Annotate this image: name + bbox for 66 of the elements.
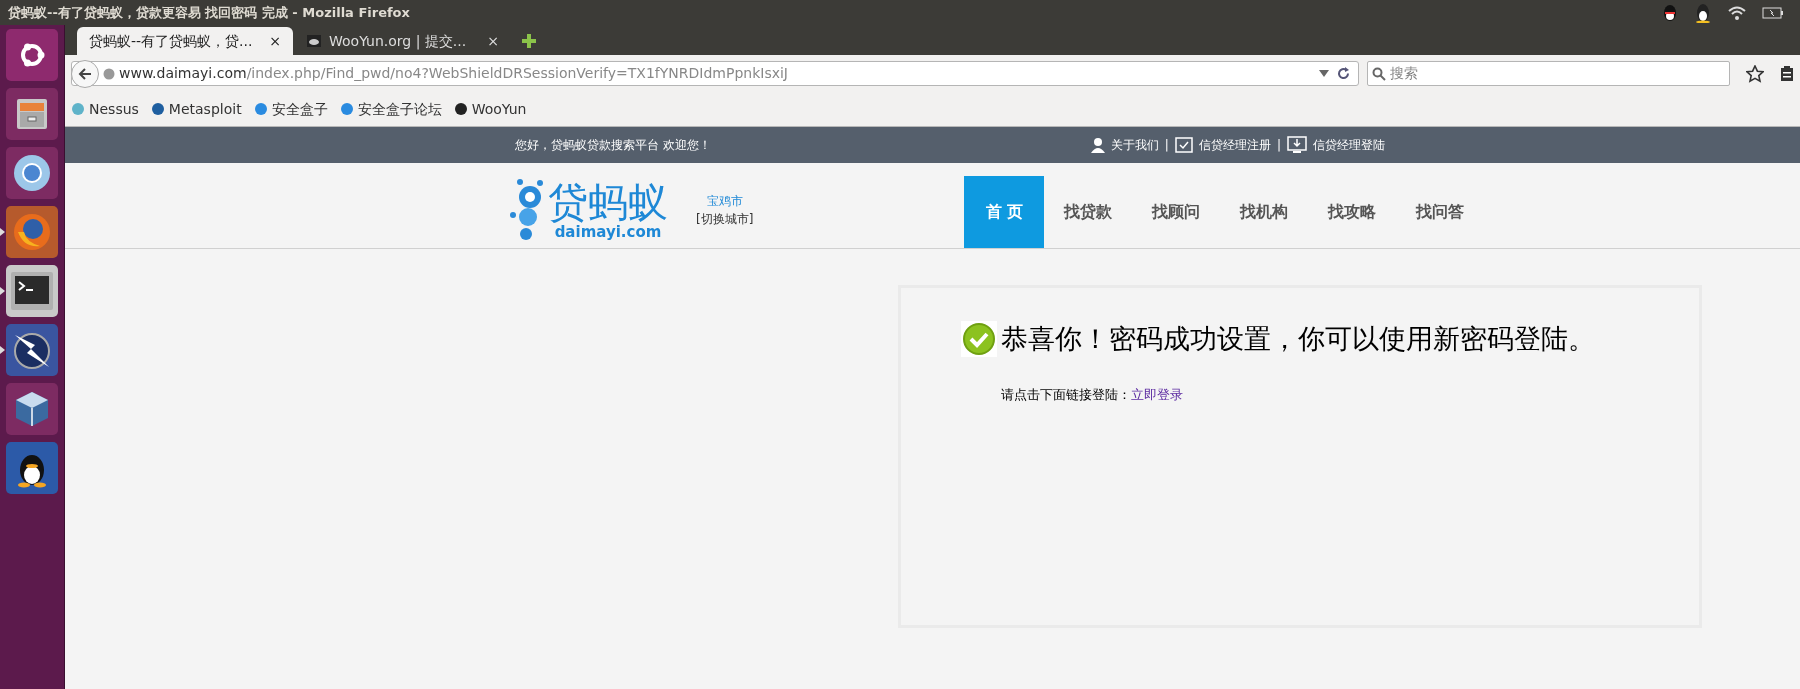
bookmark-item[interactable]: Nessus: [71, 98, 139, 120]
url-text: www.daimayi.com/index.php/Find_pwd/no4?WebShieldDRSessionVerify=TX1fYNRDIdmPpnkIsxiJ: [119, 64, 788, 83]
logo-domain: daimayi.com: [554, 224, 662, 240]
tab-close-button[interactable]: ×: [269, 30, 281, 52]
bookmark-favicon-icon: [453, 102, 468, 116]
switch-city-link[interactable]: [切换城市]: [696, 210, 754, 228]
person-icon: [1090, 137, 1105, 153]
top-bar-link[interactable]: 信贷经理登陆: [1312, 136, 1385, 154]
launcher-item[interactable]: [6, 324, 58, 376]
checked-window-icon: [1174, 137, 1193, 153]
nav-tab[interactable]: 找攻略: [1308, 176, 1397, 248]
browser-tab[interactable]: WooYun.org | 提交... ×: [295, 27, 511, 55]
separator-text: |: [1164, 137, 1169, 154]
success-title: 恭喜你！密码成功设置，你可以使用新密码登陆。: [1001, 322, 1595, 356]
reload-icon[interactable]: [1337, 67, 1350, 80]
wifi-icon[interactable]: [1728, 5, 1746, 20]
login-link[interactable]: 立即登录: [1131, 386, 1183, 402]
star-icon[interactable]: [1746, 64, 1764, 83]
tab-title: 贷蚂蚁--有了贷蚂蚁，贷...: [89, 31, 253, 51]
tab-close-button[interactable]: ×: [487, 30, 499, 52]
launcher-item[interactable]: [6, 442, 58, 494]
dropdown-icon[interactable]: [1319, 70, 1329, 77]
launcher-item[interactable]: [6, 383, 58, 435]
penguin-icon[interactable]: [1694, 2, 1712, 23]
search-icon: [1372, 66, 1386, 81]
plus-icon[interactable]: [521, 33, 537, 49]
ant-mascot-icon: [510, 179, 544, 241]
city-name: 宝鸡市: [706, 193, 743, 210]
nav-tab[interactable]: 找问答: [1396, 176, 1485, 248]
launcher-item[interactable]: [6, 265, 58, 317]
greeting-text: 您好，贷蚂蚁贷款搜索平台 欢迎您！: [515, 137, 711, 154]
chromium-icon: [13, 154, 51, 192]
search-input[interactable]: 搜索: [1390, 63, 1725, 84]
launcher-item[interactable]: [6, 29, 58, 81]
browser-tab[interactable]: 贷蚂蚁--有了贷蚂蚁，贷... ×: [77, 27, 293, 55]
bookmark-item[interactable]: 安全盒子: [253, 98, 328, 120]
bookmark-favicon-icon: [339, 102, 354, 116]
tab-title: WooYun.org | 提交...: [329, 31, 467, 52]
top-bar-link[interactable]: 信贷经理注册: [1198, 136, 1271, 154]
bookmark-favicon-icon: [253, 102, 268, 116]
search-field[interactable]: 搜索: [1367, 61, 1730, 86]
terminal-icon: [10, 271, 54, 311]
download-monitor-icon: [1286, 136, 1307, 154]
back-arrow-icon: [78, 67, 92, 80]
window-title: 贷蚂蚁--有了贷蚂蚁，贷款更容易 找回密码 完成 - Mozilla Firefox: [8, 3, 410, 22]
nav-tab[interactable]: 找顾问: [1132, 176, 1221, 248]
bookmark-item[interactable]: 安全盒子论坛: [339, 98, 442, 120]
launcher-item[interactable]: [6, 147, 58, 199]
firefox-icon: [12, 212, 52, 252]
bookmark-item[interactable]: WooYun: [453, 98, 527, 120]
back-button[interactable]: [71, 59, 99, 88]
check-circle-icon: [961, 321, 997, 358]
address-field[interactable]: www.daimayi.com/index.php/Find_pwd/no4?WebShieldDRSessionVerify=TX1fYNRDIdmPpnkIsxiJ: [71, 61, 1359, 86]
penguin-icon[interactable]: [1662, 3, 1678, 22]
nav-tab[interactable]: 找机构: [1220, 176, 1309, 248]
clipboard-icon[interactable]: [1780, 65, 1794, 82]
nav-tab[interactable]: 找贷款: [1044, 176, 1133, 248]
logo-text: 贷蚂蚁: [548, 180, 668, 224]
bookmark-item[interactable]: Metasploit: [150, 98, 242, 120]
top-bar-link[interactable]: 关于我们: [1110, 136, 1159, 154]
file-cabinet-icon: [14, 96, 50, 132]
battery-icon[interactable]: [1762, 6, 1784, 19]
bookmark-favicon-icon: [71, 102, 85, 116]
bookmark-favicon-icon: [150, 102, 165, 116]
login-hint: 请点击下面链接登陆：立即登录: [1001, 385, 1184, 404]
separator-text: |: [1276, 137, 1281, 154]
